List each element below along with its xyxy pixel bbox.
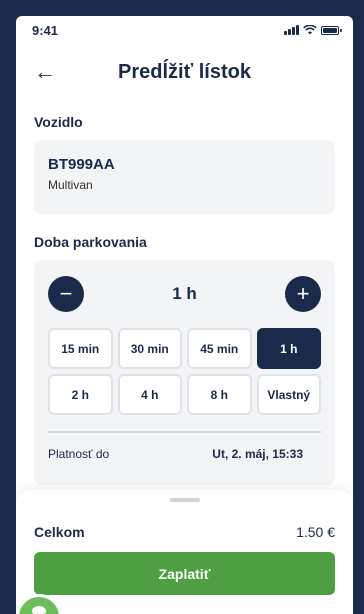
status-time: 9:41 [32,22,59,38]
status-icons [284,25,342,35]
increase-button[interactable]: + [285,276,321,312]
duration-options: 15 min 30 min 45 min 1 h 2 h 4 h 8 h Vla… [48,328,321,415]
back-button[interactable]: ← [34,59,58,85]
duration-option-1h[interactable]: 1 h [256,328,321,369]
total-amount: 1.50 € [296,524,335,540]
pay-button[interactable]: Zaplatiť [34,552,335,595]
decrease-button[interactable]: − [48,276,84,312]
wifi-icon [303,25,317,35]
phone-screen: 9:41 ← Predĺžiť lístok Vozidlo BT999AA M… [16,16,353,614]
vehicle-plate: BT999AA [48,156,115,173]
validity-row: Platnosť do Ut, 2. máj, 15:33 [48,433,321,475]
validity-label: Platnosť do [48,447,110,461]
duration-option-4h[interactable]: 4 h [117,374,182,415]
vehicle-model: Multivan [48,178,93,192]
duration-option-8h[interactable]: 8 h [187,374,252,415]
vehicle-section-label: Vozidlo [34,114,83,130]
total-row: Celkom 1.50 € [16,524,353,540]
duration-section-label: Doba parkovania [34,234,147,250]
duration-option-custom[interactable]: Vlastný [256,374,321,415]
total-label: Celkom [34,524,85,540]
duration-option-30min[interactable]: 30 min [117,328,182,369]
bottom-sheet: Celkom 1.50 € Zaplatiť [16,490,353,614]
vehicle-card[interactable]: BT999AA Multivan [34,140,335,214]
sheet-grabber[interactable] [169,498,200,502]
duration-stepper: − 1 h + [48,274,321,314]
page-title: Predĺžiť lístok [118,60,251,83]
signal-icon [284,25,299,35]
duration-value: 1 h [172,284,197,303]
duration-option-2h[interactable]: 2 h [48,374,113,415]
chat-icon [32,606,46,614]
header: ← Predĺžiť lístok [16,44,353,100]
status-bar: 9:41 [16,16,353,44]
duration-card: − 1 h + 15 min 30 min 45 min 1 h 2 h 4 h… [34,260,335,485]
battery-icon [321,25,342,35]
validity-date: Ut, 2. máj, 15:33 [212,447,303,461]
duration-option-15min[interactable]: 15 min [48,328,113,369]
duration-option-45min[interactable]: 45 min [187,328,252,369]
